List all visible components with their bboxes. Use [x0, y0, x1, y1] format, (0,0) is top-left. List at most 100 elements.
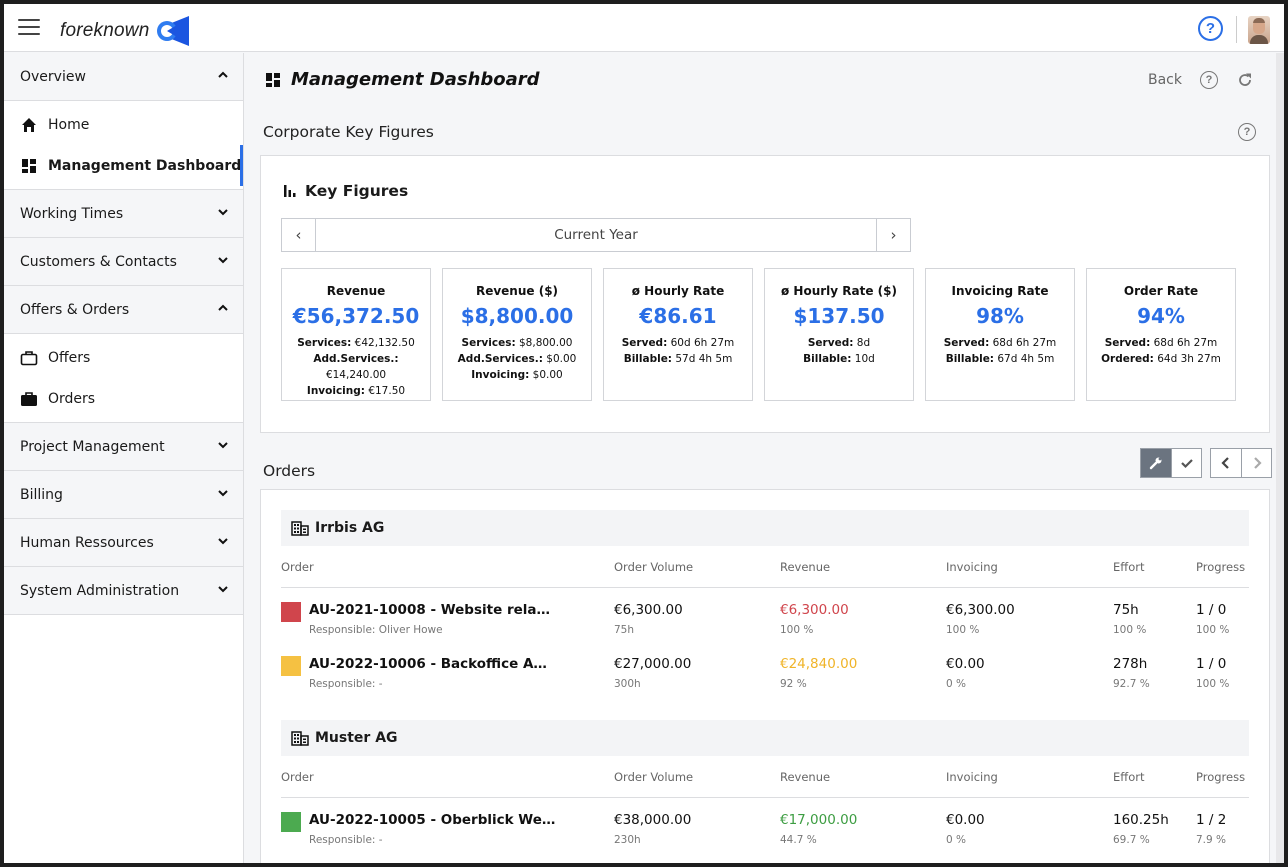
sidebar-item-orders[interactable]: Orders: [4, 378, 243, 419]
tile-title: Order Rate: [1123, 284, 1199, 298]
table-header: Order Order Volume Revenue Invoicing Effort P…: [281, 770, 1249, 798]
tile-detail: Services: €42,132.50: [282, 335, 430, 351]
order-responsible: Responsible: Oliver Howe: [309, 624, 443, 636]
tile-detail-value: 68d 6h 27m: [1150, 337, 1218, 349]
table-row[interactable]: AU-2022-10006 - Backoffice A… Responsibl…: [281, 654, 1249, 704]
column-header[interactable]: Effort: [1113, 560, 1144, 574]
order-effort-percent: 100 %: [1113, 624, 1147, 636]
company-name: Muster AG: [315, 730, 398, 746]
period-selector: ‹ Current Year ›: [281, 218, 911, 252]
chevron-down-icon: [218, 257, 228, 264]
key-figures-card: Key Figures ‹ Current Year › Revenue €56…: [260, 155, 1270, 433]
company-header[interactable]: Muster AG: [281, 720, 1249, 756]
dashboard-icon: [20, 157, 38, 175]
scrollbar[interactable]: [1276, 53, 1284, 863]
help-icon[interactable]: ?: [1198, 16, 1223, 41]
next-page-button[interactable]: [1241, 449, 1271, 477]
column-header[interactable]: Order Volume: [614, 560, 693, 574]
tile-detail-value: €42,132.50: [351, 337, 415, 349]
tile-title: Revenue: [326, 284, 386, 298]
refresh-icon[interactable]: [1236, 71, 1254, 89]
sidebar-group-system-administration[interactable]: System Administration: [4, 567, 243, 615]
order-progress: 1 / 0: [1196, 602, 1227, 618]
help-icon[interactable]: ?: [1238, 123, 1256, 141]
back-button[interactable]: Back: [1148, 72, 1182, 88]
order-invoicing-percent: 0 %: [946, 834, 966, 846]
column-header[interactable]: Revenue: [780, 770, 830, 784]
period-label[interactable]: Current Year: [316, 219, 876, 251]
column-header[interactable]: Order: [281, 560, 314, 574]
user-avatar[interactable]: [1248, 16, 1270, 44]
order-revenue-percent: 100 %: [780, 624, 814, 636]
sidebar-item-label: Offers: [48, 349, 91, 366]
order-effort-percent: 92.7 %: [1113, 678, 1150, 690]
order-effort: 278h: [1113, 656, 1148, 672]
order-name[interactable]: AU-2022-10006 - Backoffice A…: [309, 656, 547, 672]
order-invoicing: €0.00: [946, 656, 985, 672]
divider: [1236, 16, 1237, 43]
tile-detail-value: 60d 6h 27m: [667, 337, 735, 349]
chevron-right-icon: [1253, 457, 1262, 469]
chevron-down-icon: [218, 538, 228, 545]
column-header[interactable]: Progress: [1196, 560, 1245, 574]
top-bar: foreknown ?: [4, 4, 1284, 52]
tile-detail-key: Served:: [621, 337, 668, 349]
chevron-up-icon: [218, 71, 228, 78]
order-volume-hours: 230h: [614, 834, 641, 846]
company-header[interactable]: Irrbis AG: [281, 510, 1249, 546]
column-header[interactable]: Order Volume: [614, 770, 693, 784]
help-icon[interactable]: ?: [1200, 71, 1218, 89]
order-name[interactable]: AU-2022-10005 - Oberblick We…: [309, 812, 555, 828]
tile-detail: Served: 68d 6h 27m: [926, 335, 1074, 351]
table-row[interactable]: AU-2022-10005 - Oberblick We… Responsibl…: [281, 810, 1249, 860]
brand-logo[interactable]: foreknown: [60, 16, 191, 46]
order-name[interactable]: AU-2021-10008 - Website rela…: [309, 602, 550, 618]
previous-page-button[interactable]: [1211, 449, 1241, 477]
column-header[interactable]: Invoicing: [946, 560, 998, 574]
tile-detail-key: Invoicing:: [471, 369, 530, 381]
app-window: foreknown ? Overview Home Management Das…: [4, 4, 1284, 863]
column-header[interactable]: Revenue: [780, 560, 830, 574]
briefcase-outline-icon: [20, 349, 38, 367]
sidebar-group-working-times[interactable]: Working Times: [4, 190, 243, 238]
orders-card: Irrbis AG Order Order Volume Revenue Invoici…: [260, 489, 1270, 863]
sidebar-group-label: Overview: [20, 68, 86, 85]
key-figure-tile: ø Hourly Rate €86.61 Served: 60d 6h 27m Bi…: [603, 268, 753, 401]
sidebar-item-offers[interactable]: Offers: [4, 337, 243, 378]
tile-detail-key: Add.Services.:: [457, 353, 543, 365]
previous-period-button[interactable]: ‹: [282, 219, 316, 251]
tile-detail: Billable: 67d 4h 5m: [926, 351, 1074, 367]
sidebar-group-overview[interactable]: Overview: [4, 53, 243, 101]
order-responsible: Responsible: -: [309, 834, 383, 846]
next-period-button[interactable]: ›: [876, 219, 910, 251]
hamburger-icon[interactable]: [18, 19, 40, 37]
tile-value: €86.61: [639, 304, 717, 328]
sidebar-item-home[interactable]: Home: [4, 104, 243, 145]
table-row[interactable]: AU-2021-10008 - Website rela… Responsibl…: [281, 600, 1249, 650]
sidebar-group-label: Human Ressources: [20, 534, 154, 551]
confirm-mode-button[interactable]: [1171, 449, 1201, 477]
key-figure-tiles: Revenue €56,372.50 Services: €42,132.50 Ad…: [281, 268, 1236, 401]
column-header[interactable]: Progress: [1196, 770, 1245, 784]
tile-detail-key: Served:: [1104, 337, 1151, 349]
sidebar-group-human-ressources[interactable]: Human Ressources: [4, 519, 243, 567]
edit-mode-button[interactable]: [1141, 449, 1171, 477]
sidebar-group-project-management[interactable]: Project Management: [4, 423, 243, 471]
column-header[interactable]: Order: [281, 770, 314, 784]
sidebar-group-billing[interactable]: Billing: [4, 471, 243, 519]
tile-detail-key: Served:: [807, 337, 854, 349]
sidebar-group-customers-contacts[interactable]: Customers & Contacts: [4, 238, 243, 286]
tile-detail-value: 68d 6h 27m: [989, 337, 1057, 349]
tile-detail-value: 10d: [851, 353, 875, 365]
key-figure-tile: Order Rate 94% Served: 68d 6h 27m Ordered:…: [1086, 268, 1236, 401]
tile-detail-value: $0.00: [542, 353, 577, 365]
sidebar-group-offers-orders[interactable]: Offers & Orders: [4, 286, 243, 334]
column-header[interactable]: Effort: [1113, 770, 1144, 784]
order-revenue: €24,840.00: [780, 656, 858, 672]
column-header[interactable]: Invoicing: [946, 770, 998, 784]
chevron-down-icon: [218, 209, 228, 216]
order-revenue: €17,000.00: [780, 812, 858, 828]
order-volume: €6,300.00: [614, 602, 683, 618]
sidebar-item-management-dashboard[interactable]: Management Dashboard: [4, 145, 243, 186]
status-swatch: [281, 812, 301, 832]
